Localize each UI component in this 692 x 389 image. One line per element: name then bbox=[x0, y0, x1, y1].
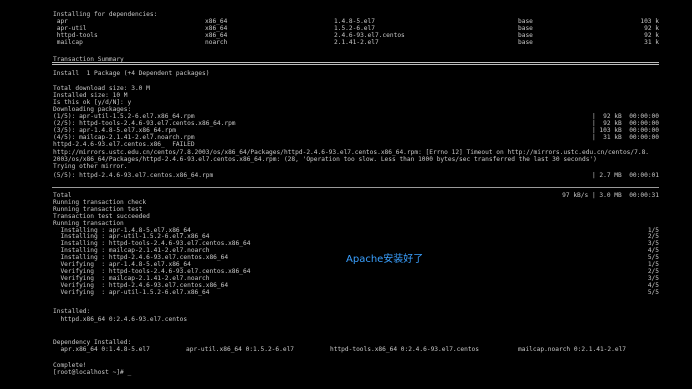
terminal-cell: Install 1 Package (+4 Dependent packages… bbox=[53, 70, 210, 77]
terminal-cell: httpd.x86_64 0:2.4.6-93.el7.centos bbox=[53, 316, 188, 323]
terminal-cell: apr.x86_64 0:1.4.8-5.el7 bbox=[53, 346, 150, 353]
terminal-cell: 5/5 bbox=[647, 289, 659, 296]
terminal-line: Install 1 Package (+4 Dependent packages… bbox=[0, 70, 692, 78]
terminal-cell: Trying other mirror. bbox=[53, 163, 128, 170]
terminal-cell: 2.1.41-2.el7 bbox=[334, 39, 379, 46]
terminal-cell: Installed: bbox=[53, 308, 91, 315]
terminal-line: Installed: bbox=[0, 308, 692, 316]
terminal-cell: noarch bbox=[205, 39, 228, 46]
terminal-cell: Verifying : apr-util-1.5.2-6.el7.x86_64 bbox=[53, 289, 210, 296]
terminal-cell: [root@localhost ~]# _ bbox=[53, 369, 132, 376]
terminal-cell: httpd-tools.x86_64 0:2.4.6-93.el7.centos bbox=[330, 346, 480, 353]
terminal-line: Transaction Summary bbox=[0, 56, 692, 64]
terminal-cell: mailcap bbox=[53, 39, 83, 46]
terminal-line: Trying other mirror. bbox=[0, 163, 692, 171]
terminal-line: httpd.x86_64 0:2.4.6-93.el7.centos bbox=[0, 316, 692, 324]
terminal-line: [root@localhost ~]# _ bbox=[0, 369, 692, 377]
terminal-line: (5/5): httpd-2.4.6-93.el7.centos.x86_64.… bbox=[0, 172, 692, 180]
terminal-cell: mailcap.noarch 0:2.1.41-2.el7 bbox=[518, 346, 627, 353]
terminal-cell: apr-util.x86_64 0:1.5.2-6.el7 bbox=[186, 346, 295, 353]
terminal-window[interactable]: Installing for dependencies: apr x86_64 1.… bbox=[0, 0, 692, 389]
terminal-cell: (5/5): httpd-2.4.6-93.el7.centos.x86_64.… bbox=[53, 172, 214, 179]
terminal-cell: base bbox=[518, 39, 533, 46]
terminal-line: mailcap noarch 2.1.41-2.el7 base 31 k bbox=[0, 39, 692, 47]
overlay-caption: Apache安装好了 bbox=[346, 254, 424, 265]
terminal-cell: | 2.7 MB 00:00:01 bbox=[591, 172, 659, 179]
terminal-cell: 31 k bbox=[644, 39, 659, 46]
terminal-cell: httpd-2.4.6-93.el7.centos.x86_ FAILED bbox=[53, 141, 195, 148]
terminal-line: Verifying : apr-util-1.5.2-6.el7.x86_64 5… bbox=[0, 289, 692, 297]
terminal-line: apr.x86_64 0:1.4.8-5.el7 apr-util.x86_64 … bbox=[0, 346, 692, 354]
terminal-cell: Transaction Summary bbox=[53, 56, 124, 63]
terminal-line: httpd-2.4.6-93.el7.centos.x86_ FAILED bbox=[0, 141, 692, 149]
